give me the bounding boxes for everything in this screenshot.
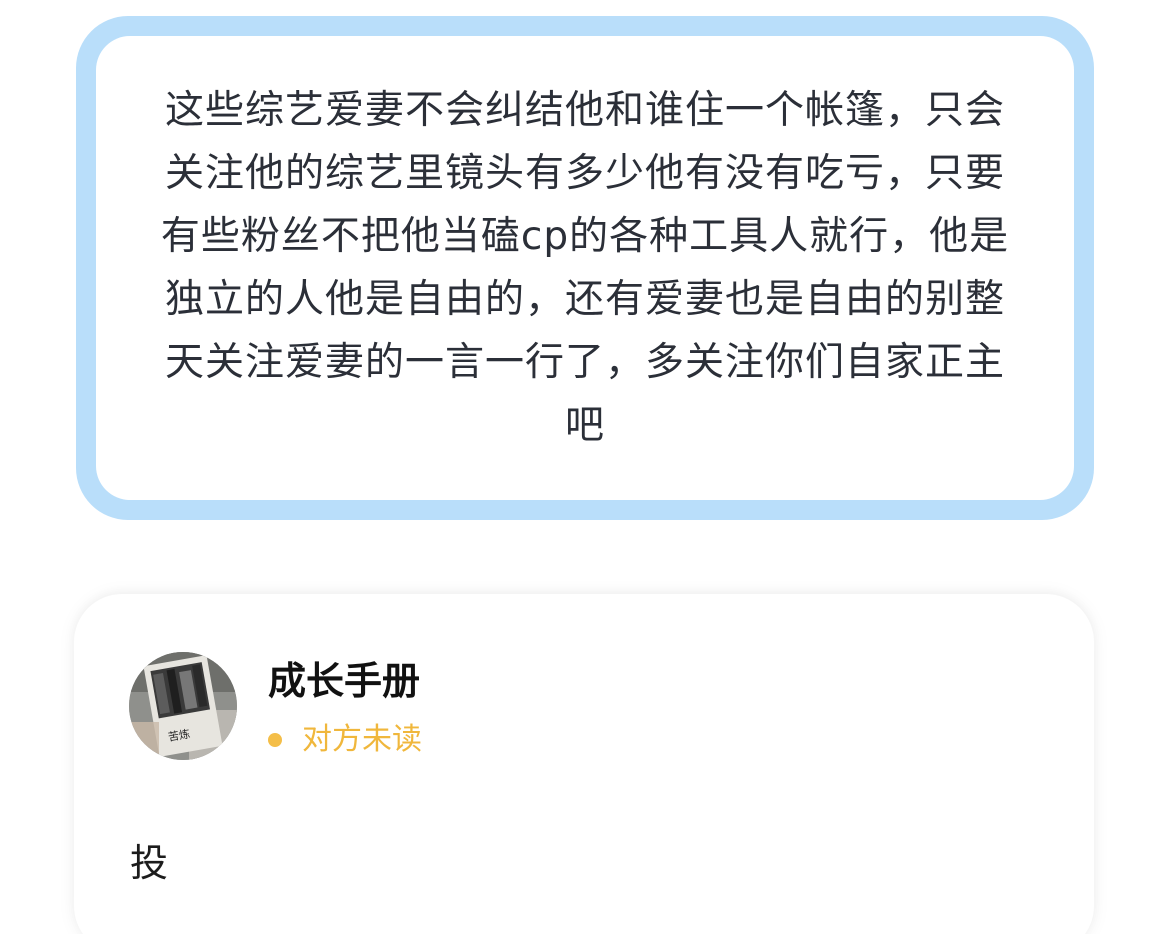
quoted-message-body: 这些综艺爱妻不会纠结他和谁住一个帐篷，只会关注他的综艺里镜头有多少他有没有吃亏，… — [96, 36, 1074, 500]
user-name[interactable]: 成长手册 — [268, 658, 420, 704]
user-avatar[interactable]: 苦炼 — [129, 652, 237, 760]
read-status: 对方未读 — [268, 720, 422, 760]
page: 这些综艺爱妻不会纠结他和谁住一个帐篷，只会关注他的综艺里镜头有多少他有没有吃亏，… — [0, 0, 1169, 934]
reply-card[interactable]: 苦炼 成长手册 对方未读 投 — [74, 594, 1094, 934]
quoted-message-text: 这些综艺爱妻不会纠结他和谁住一个帐篷，只会关注他的综艺里镜头有多少他有没有吃亏，… — [160, 88, 1010, 448]
avatar-book-photo-icon: 苦炼 — [129, 652, 237, 760]
read-status-label: 对方未读 — [302, 722, 422, 757]
reply-message-text: 投 — [130, 841, 169, 885]
quoted-message-bubble[interactable]: 这些综艺爱妻不会纠结他和谁住一个帐篷，只会关注他的综艺里镜头有多少他有没有吃亏，… — [76, 16, 1094, 520]
unread-dot-icon — [268, 733, 282, 747]
